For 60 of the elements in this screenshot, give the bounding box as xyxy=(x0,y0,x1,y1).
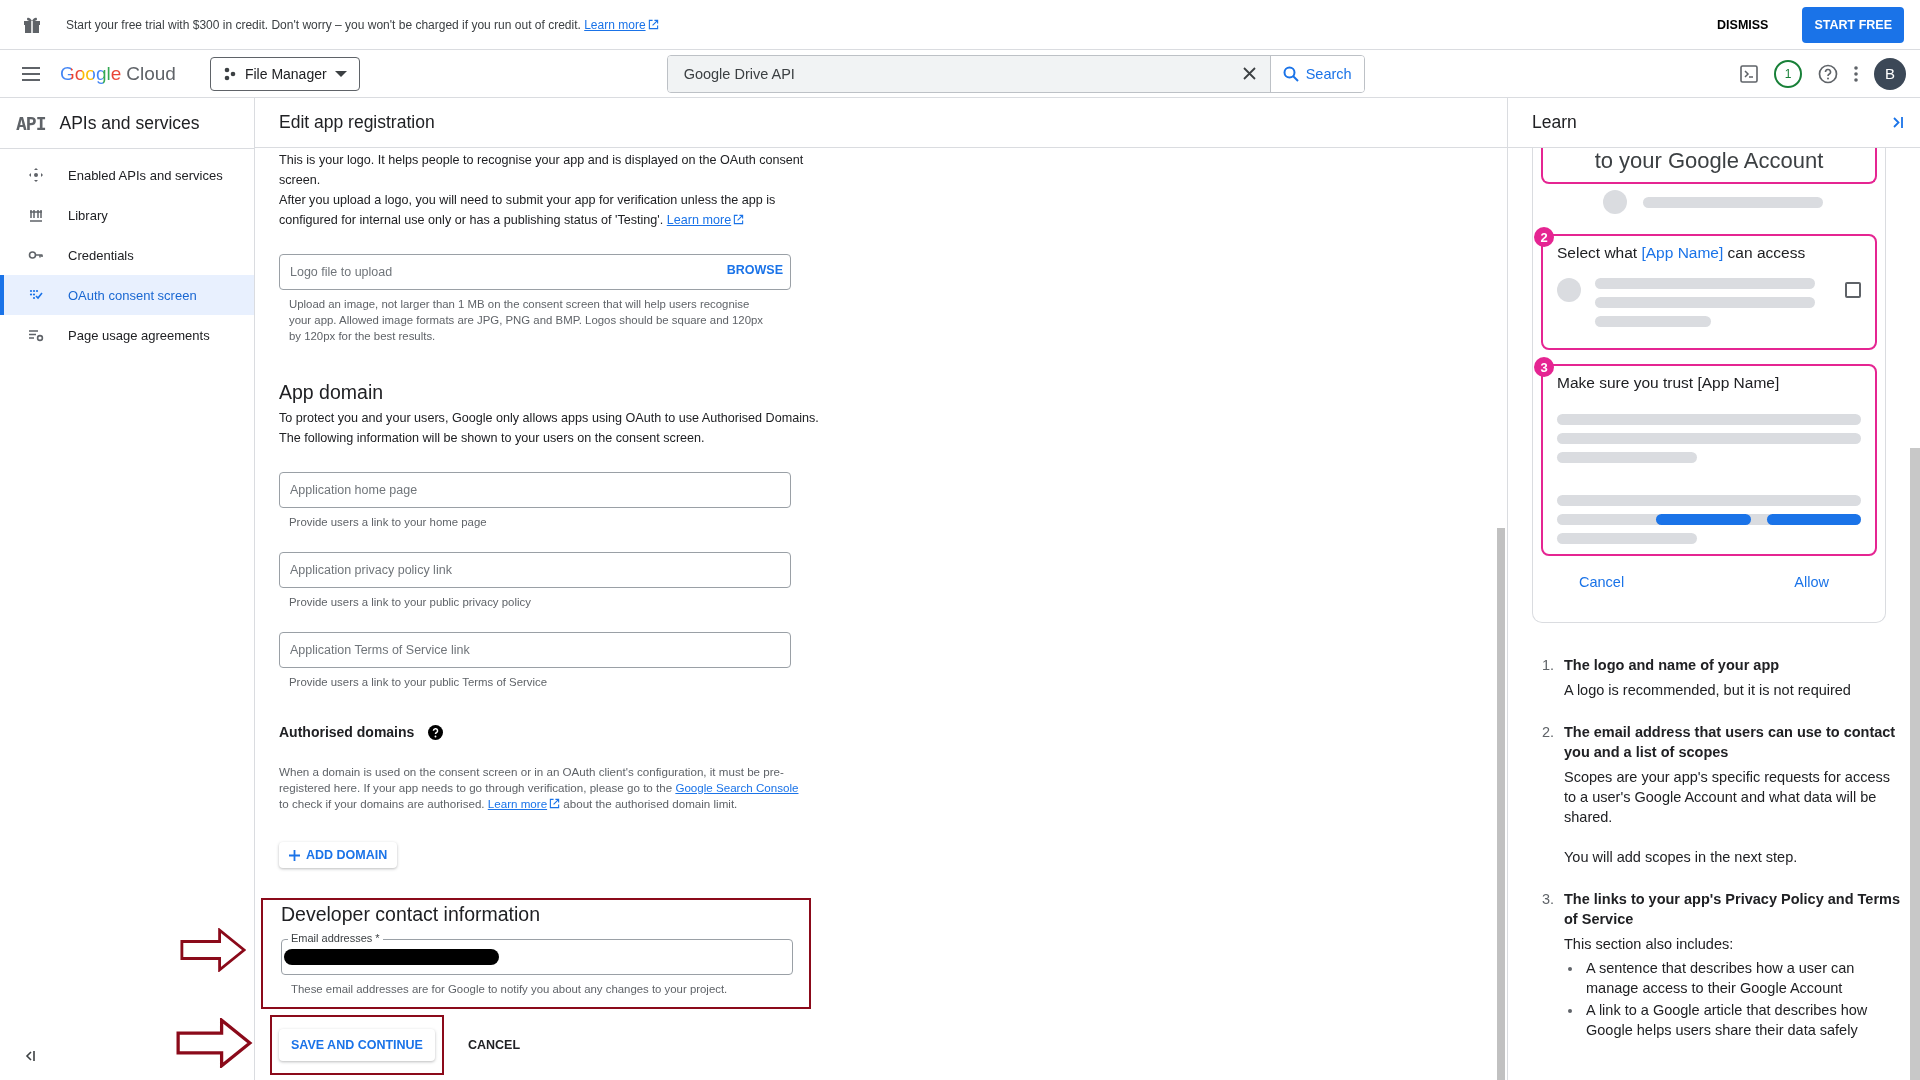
field-hint: Provide users a link to your home page xyxy=(288,515,488,530)
field-hint: These email addresses are for Google to notify you about any changes to your project. xyxy=(290,982,729,997)
api-label: API xyxy=(16,112,46,134)
section-heading: Developer contact information xyxy=(281,904,542,924)
cancel-button[interactable]: CANCEL xyxy=(461,1037,527,1053)
input-field[interactable]: Application privacy policy link xyxy=(279,552,791,588)
subsection-heading: Authorised domains xyxy=(279,723,415,742)
search-console-link[interactable]: Google Search Console xyxy=(675,781,799,794)
learn-more-link[interactable]: Learn more xyxy=(584,17,659,32)
field-hint: Provide users a link to your public privacy policy xyxy=(288,595,532,610)
preview-heading: to your Google Account xyxy=(1593,148,1825,175)
search-button[interactable]: Search xyxy=(1269,55,1364,92)
preview-allow-link[interactable]: Allow xyxy=(1794,574,1829,590)
sidebar-title: APIs and services xyxy=(59,112,200,134)
verification-note: After you upload a logo, you will need to submit your app for verification unless the app is configured for internal use only or has a publishing status of 'Testing'. Learn more xyxy=(279,192,777,229)
project-picker[interactable]: File Manager xyxy=(209,56,360,91)
browse-button[interactable]: BROWSE xyxy=(726,263,783,277)
step-title: Make sure you trust [App Name] xyxy=(1556,373,1781,392)
dismiss-button[interactable]: DISMISS xyxy=(1707,9,1779,40)
field-hint: Provide users a link to your public Terms of Service xyxy=(288,675,549,690)
item-text: Scopes are your app's specific requests for access to a user's Google Account and what data will be shared. xyxy=(1564,768,1891,827)
bullet-text: A link to a Google article that describes how Google helps users share their data safely xyxy=(1586,1001,1869,1040)
logo-description: This is your logo. It helps people to recognise your app and is displayed on the OAuth consent screen. xyxy=(279,152,805,189)
save-and-continue-button[interactable]: SAVE AND CONTINUE xyxy=(279,1029,435,1061)
sidebar-item[interactable]: Enabled APIs and services xyxy=(0,155,254,195)
item-text: You will add scopes in the next step. xyxy=(1564,848,1799,867)
account-avatar[interactable]: B xyxy=(1874,57,1906,90)
start-free-button[interactable]: START FREE xyxy=(1802,6,1904,43)
item-title: The links to your app's Privacy Policy and Terms of Service xyxy=(1564,890,1900,929)
learn-more-link[interactable]: Learn more xyxy=(666,213,745,227)
search-bar[interactable]: Google Drive API Search xyxy=(666,54,1365,93)
item-text: A logo is recommended, but it is not required xyxy=(1564,681,1851,700)
item-text: This section also includes: xyxy=(1564,935,1735,954)
notification-count[interactable]: 1 xyxy=(1774,59,1802,88)
learn-more-link[interactable]: Learn more xyxy=(487,797,561,810)
input-field[interactable]: Application home page xyxy=(279,472,791,508)
list-number: 3. xyxy=(1540,890,1554,909)
search-field[interactable]: Google Drive API xyxy=(667,55,1230,92)
sidebar-item[interactable]: Library xyxy=(0,195,254,235)
panel-title: Learn xyxy=(1532,112,1577,133)
step-badge: 3 xyxy=(1534,357,1554,377)
bullet-text: A sentence that describes how a user can manage access to their Google Account xyxy=(1586,959,1856,998)
page-title: Edit app registration xyxy=(255,98,1507,148)
input-field[interactable]: Application Terms of Service link xyxy=(279,632,791,668)
section-description: To protect you and your users, Google only allows apps using OAuth to use Authorised Domains. The following information will be shown to your users on the consent screen. xyxy=(279,410,819,447)
step-title: Select what [App Name] can access xyxy=(1556,243,1807,262)
add-domain-button[interactable]: ADD DOMAIN xyxy=(279,842,398,868)
authorised-domains-description: When a domain is used on the consent screen or in an OAuth client's configuration, it must be pre-registered here. If your app needs to go through verification, please go to the Google Search Console to check if your domains are authorised. Learn more about the authorised domain limit. xyxy=(279,764,799,812)
list-number: 2. xyxy=(1540,723,1554,742)
step-badge: 2 xyxy=(1534,227,1554,247)
preview-cancel-link[interactable]: Cancel xyxy=(1579,574,1625,590)
list-number: 1. xyxy=(1540,656,1554,675)
sidebar-item[interactable]: OAuth consent screen xyxy=(0,275,254,315)
field-hint: Upload an image, not larger than 1 MB on the consent screen that will help users recognise your app. Allowed image formats are JPG, PNG and BMP. Logos should be square and 120px by 120px for the best results. xyxy=(288,297,765,344)
item-title: The email address that users can use to contact you and a list of scopes xyxy=(1564,723,1897,762)
item-title: The logo and name of your app xyxy=(1564,656,1781,675)
section-heading: App domain xyxy=(279,382,385,402)
sidebar-item[interactable]: Page usage agreements xyxy=(0,315,254,355)
banner-text: Start your free trial with $300 in credit. Don't worry – you won't be charged if you run out of credit. Learn more xyxy=(66,17,1684,32)
sidebar-item[interactable]: Credentials xyxy=(0,235,254,275)
